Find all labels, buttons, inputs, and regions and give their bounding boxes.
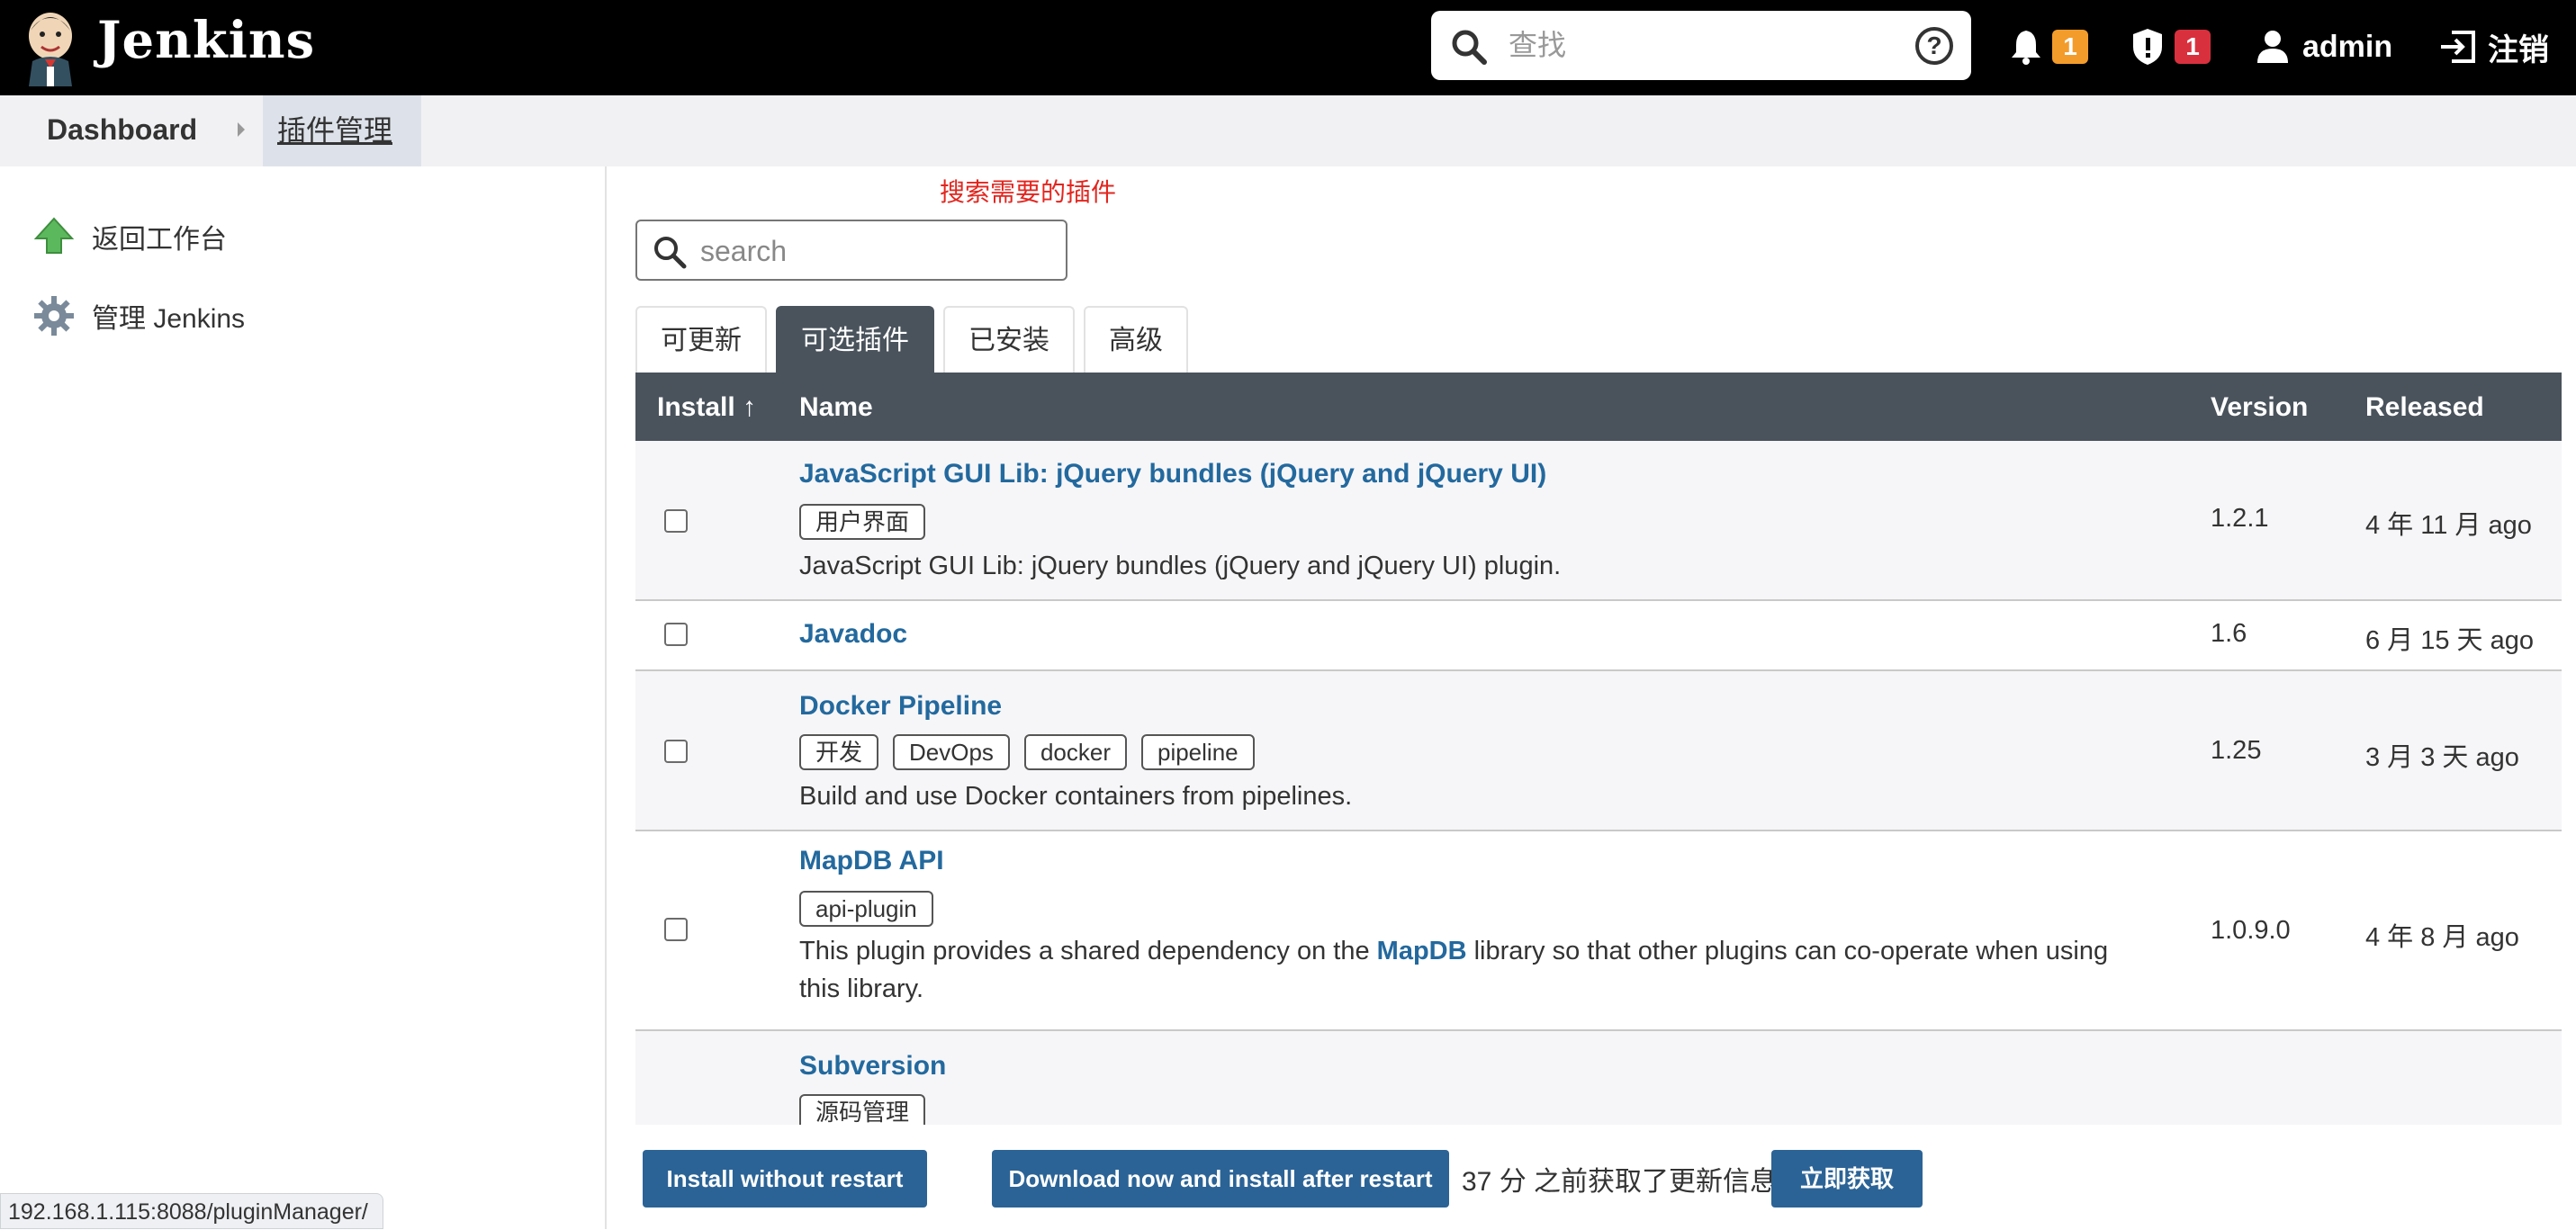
plugin-description: Build and use Docker containers from pip…: [799, 782, 1353, 811]
table-row: JavaScript GUI Lib: jQuery bundles (jQue…: [635, 441, 2562, 601]
user-name: admin: [2302, 29, 2393, 64]
sidebar-item-label: 返回工作台: [92, 225, 227, 255]
plugin-released: 4 年 11 月 ago: [2365, 511, 2532, 540]
plugin-version: 1.0.9.0: [2211, 916, 2291, 945]
breadcrumb-plugin-manager[interactable]: 插件管理: [263, 95, 422, 166]
global-search-input[interactable]: [1509, 23, 1887, 67]
download-and-install-after-restart-button[interactable]: Download now and install after restart: [992, 1150, 1449, 1208]
annotation-text: 搜索需要的插件: [940, 178, 1117, 206]
breadcrumb-dashboard[interactable]: Dashboard: [47, 113, 197, 147]
tab-updates[interactable]: 可更新: [635, 306, 767, 373]
bell-icon: [2012, 31, 2040, 65]
tab-advanced[interactable]: 高级: [1084, 306, 1188, 373]
sidebar: 返回工作台 管理 Jenkins: [0, 166, 607, 1229]
column-header-version[interactable]: Version: [2211, 392, 2308, 423]
status-url: 192.168.1.115:8088/pluginManager/: [0, 1193, 383, 1229]
top-header: Jenkins ? 1 1 admin: [0, 0, 2576, 95]
bottom-action-bar: Install without restart Download now and…: [608, 1125, 2576, 1229]
plugin-label[interactable]: 开发: [799, 734, 879, 770]
jenkins-logo-icon[interactable]: [23, 9, 77, 86]
plugin-label[interactable]: 源码管理: [799, 1094, 926, 1125]
logout-label: 注销: [2488, 32, 2549, 67]
plugin-name-link[interactable]: JavaScript GUI Lib: jQuery bundles (jQue…: [799, 459, 1546, 489]
table-header: Install ↑ Name Version Released: [635, 373, 2562, 441]
shield-alert-icon: [2133, 29, 2162, 65]
search-icon: [654, 237, 687, 269]
plugin-labels: api-plugin: [799, 891, 948, 927]
plugin-name-link[interactable]: Javadoc: [799, 619, 907, 650]
plugin-labels: 开发 DevOps docker pipeline: [799, 734, 1269, 770]
mapdb-link[interactable]: MapDB: [1377, 937, 1467, 965]
table-row: MapDB API api-plugin This plugin provide…: [635, 831, 2562, 1031]
plugin-labels: 用户界面: [799, 504, 940, 540]
table-row: Subversion 源码管理: [635, 1031, 2562, 1125]
plugin-description: JavaScript GUI Lib: jQuery bundles (jQue…: [799, 552, 1562, 580]
install-checkbox[interactable]: [664, 623, 688, 646]
notifications-badge: 1: [2052, 30, 2088, 64]
install-checkbox[interactable]: [664, 918, 688, 941]
update-info-text: 37 分 之前获取了更新信息: [1462, 1167, 1778, 1197]
plugin-version: 1.25: [2211, 736, 2262, 765]
plugin-description: This plugin provides a shared dependency…: [799, 937, 2109, 1003]
plugin-label[interactable]: docker: [1023, 734, 1127, 770]
plugin-version: 1.2.1: [2211, 504, 2269, 533]
plugin-search[interactable]: [635, 220, 1067, 281]
up-arrow-icon: [33, 217, 75, 254]
install-checkbox[interactable]: [664, 509, 688, 533]
plugin-label[interactable]: DevOps: [893, 734, 1010, 770]
plugin-labels: 源码管理: [799, 1094, 940, 1125]
search-icon: [1452, 30, 1487, 65]
plugin-name-link[interactable]: MapDB API: [799, 846, 944, 876]
table-row: Javadoc 1.6 6 月 15 天 ago: [635, 601, 2562, 671]
plugin-name-link[interactable]: Docker Pipeline: [799, 691, 1002, 722]
install-checkbox[interactable]: [664, 740, 688, 763]
security-badge: 1: [2175, 30, 2211, 64]
security-button[interactable]: 1: [2130, 22, 2211, 72]
gear-icon: [34, 296, 74, 336]
column-header-released[interactable]: Released: [2365, 392, 2484, 423]
tab-installed[interactable]: 已安装: [943, 306, 1075, 373]
logout-button[interactable]: 注销: [2437, 22, 2549, 72]
column-header-name[interactable]: Name: [799, 392, 873, 423]
help-icon[interactable]: ?: [1915, 27, 1953, 65]
tab-available[interactable]: 可选插件: [776, 306, 934, 373]
global-search[interactable]: ?: [1431, 11, 1971, 80]
column-header-install[interactable]: Install ↑: [657, 392, 756, 423]
plugin-released: 6 月 15 天 ago: [2365, 626, 2534, 655]
plugin-version: 1.6: [2211, 619, 2247, 648]
plugin-label[interactable]: api-plugin: [799, 891, 933, 927]
install-without-restart-button[interactable]: Install without restart: [643, 1150, 927, 1208]
plugin-search-input[interactable]: [700, 232, 1051, 270]
breadcrumb: Dashboard 插件管理: [0, 95, 2576, 166]
breadcrumb-chevron-icon: [238, 122, 245, 137]
user-menu[interactable]: admin: [2256, 22, 2392, 72]
sidebar-item-back-to-dashboard[interactable]: 返回工作台: [32, 211, 227, 262]
plugin-released: 4 年 8 月 ago: [2365, 923, 2519, 952]
brand-title[interactable]: Jenkins: [97, 11, 315, 70]
table-row: Docker Pipeline 开发 DevOps docker pipelin…: [635, 671, 2562, 831]
plugin-table: Install ↑ Name Version Released JavaScri…: [635, 373, 2562, 1125]
sidebar-item-label: 管理 Jenkins: [92, 304, 246, 334]
notifications-button[interactable]: 1: [2009, 22, 2088, 72]
sidebar-item-manage-jenkins[interactable]: 管理 Jenkins: [32, 291, 245, 341]
user-icon: [2257, 31, 2288, 63]
plugin-name-link[interactable]: Subversion: [799, 1051, 946, 1082]
plugin-released: 3 月 3 天 ago: [2365, 743, 2519, 772]
sort-arrow-icon: ↑: [743, 392, 757, 422]
plugin-label[interactable]: 用户界面: [799, 504, 926, 540]
plugin-label[interactable]: pipeline: [1140, 734, 1255, 770]
logout-icon: [2441, 31, 2475, 63]
check-now-button[interactable]: 立即获取: [1771, 1150, 1923, 1208]
plugin-tabs: 可更新 可选插件 已安装 高级: [635, 306, 1197, 373]
